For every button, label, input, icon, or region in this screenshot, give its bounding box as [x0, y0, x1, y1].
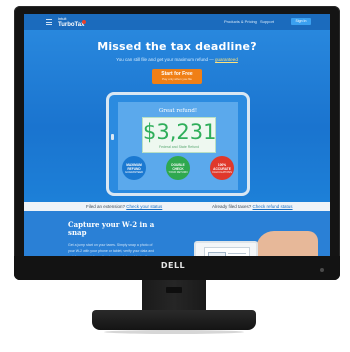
hero-section: intuit TurboTax Products & Pricing Suppo… — [24, 14, 330, 202]
cta-sublabel: Pay only when you file — [162, 77, 192, 81]
status-bar: Filed an extension? Check your status Al… — [24, 202, 330, 211]
tablet-frame: Great refund! $3,231 Federal and State R… — [106, 92, 250, 196]
nav-link-support[interactable]: Support — [260, 19, 274, 24]
badge-double-check: DOUBLE CHECK YOUR RETURN — [166, 156, 190, 180]
extension-text: Filed an extension? — [86, 204, 127, 209]
refund-caption: Federal and State Refund — [158, 145, 200, 149]
logo[interactable]: intuit TurboTax — [58, 16, 84, 28]
badge-sub: GUARANTEED — [124, 171, 143, 175]
badge-title: 100% ACCURATE — [213, 163, 231, 171]
badge-sub: CALCULATIONS — [212, 171, 232, 175]
check-status-link[interactable]: Check your status — [126, 204, 162, 209]
page-subline: You can still file and get your maximum … — [24, 57, 330, 62]
badge-title: MAXIMUM REFUND — [126, 163, 142, 171]
tablet-home-button — [111, 134, 114, 140]
monitor-stand-neck — [142, 280, 206, 314]
guarantee-link[interactable]: guaranteed — [215, 57, 238, 62]
refund-title: Great refund! — [158, 108, 198, 114]
logo-text: TurboTax — [58, 22, 85, 28]
tablet-screen: Great refund! $3,231 Federal and State R… — [118, 102, 238, 190]
dell-logo: DELL — [160, 261, 186, 270]
badge-maximum-refund: MAXIMUM REFUND GUARANTEED — [122, 156, 146, 180]
power-icon[interactable] — [320, 268, 324, 272]
cta-label: Start for Free — [161, 71, 193, 77]
stand-shadow — [104, 330, 244, 334]
monitor-bezel: intuit TurboTax Products & Pricing Suppo… — [14, 6, 340, 280]
badge-sub: YOUR RETURN — [168, 171, 188, 175]
capture-title: Capture your W-2 in a snap — [68, 220, 155, 237]
page-headline: Missed the tax deadline? — [97, 40, 257, 53]
menu-icon[interactable] — [46, 19, 52, 25]
monitor-screen: intuit TurboTax Products & Pricing Suppo… — [24, 14, 330, 274]
extension-status: Filed an extension? Check your status — [86, 204, 162, 209]
refund-box: $3,231 Federal and State Refund — [142, 117, 216, 153]
nav-link-products[interactable]: Products & Pricing — [224, 19, 257, 24]
refund-amount: $3,231 — [143, 120, 217, 144]
cable-slot — [166, 287, 182, 293]
check-refund-link[interactable]: Check refund status — [253, 204, 293, 209]
badge-title: DOUBLE CHECK — [171, 163, 185, 171]
turbotax-check-icon — [82, 20, 86, 24]
monitor-stand-base — [92, 310, 256, 330]
top-nav: intuit TurboTax Products & Pricing Suppo… — [24, 14, 330, 30]
badge-accurate: 100% ACCURATE CALCULATIONS — [210, 156, 234, 180]
sign-in-button[interactable]: Sign In — [291, 18, 311, 25]
subline-text: You can still file and get your maximum … — [116, 57, 216, 62]
refund-status: Already filed taxes? Check refund status — [212, 204, 293, 209]
start-for-free-button[interactable]: Start for Free Pay only when you file — [152, 69, 202, 84]
filed-text: Already filed taxes? — [212, 204, 253, 209]
